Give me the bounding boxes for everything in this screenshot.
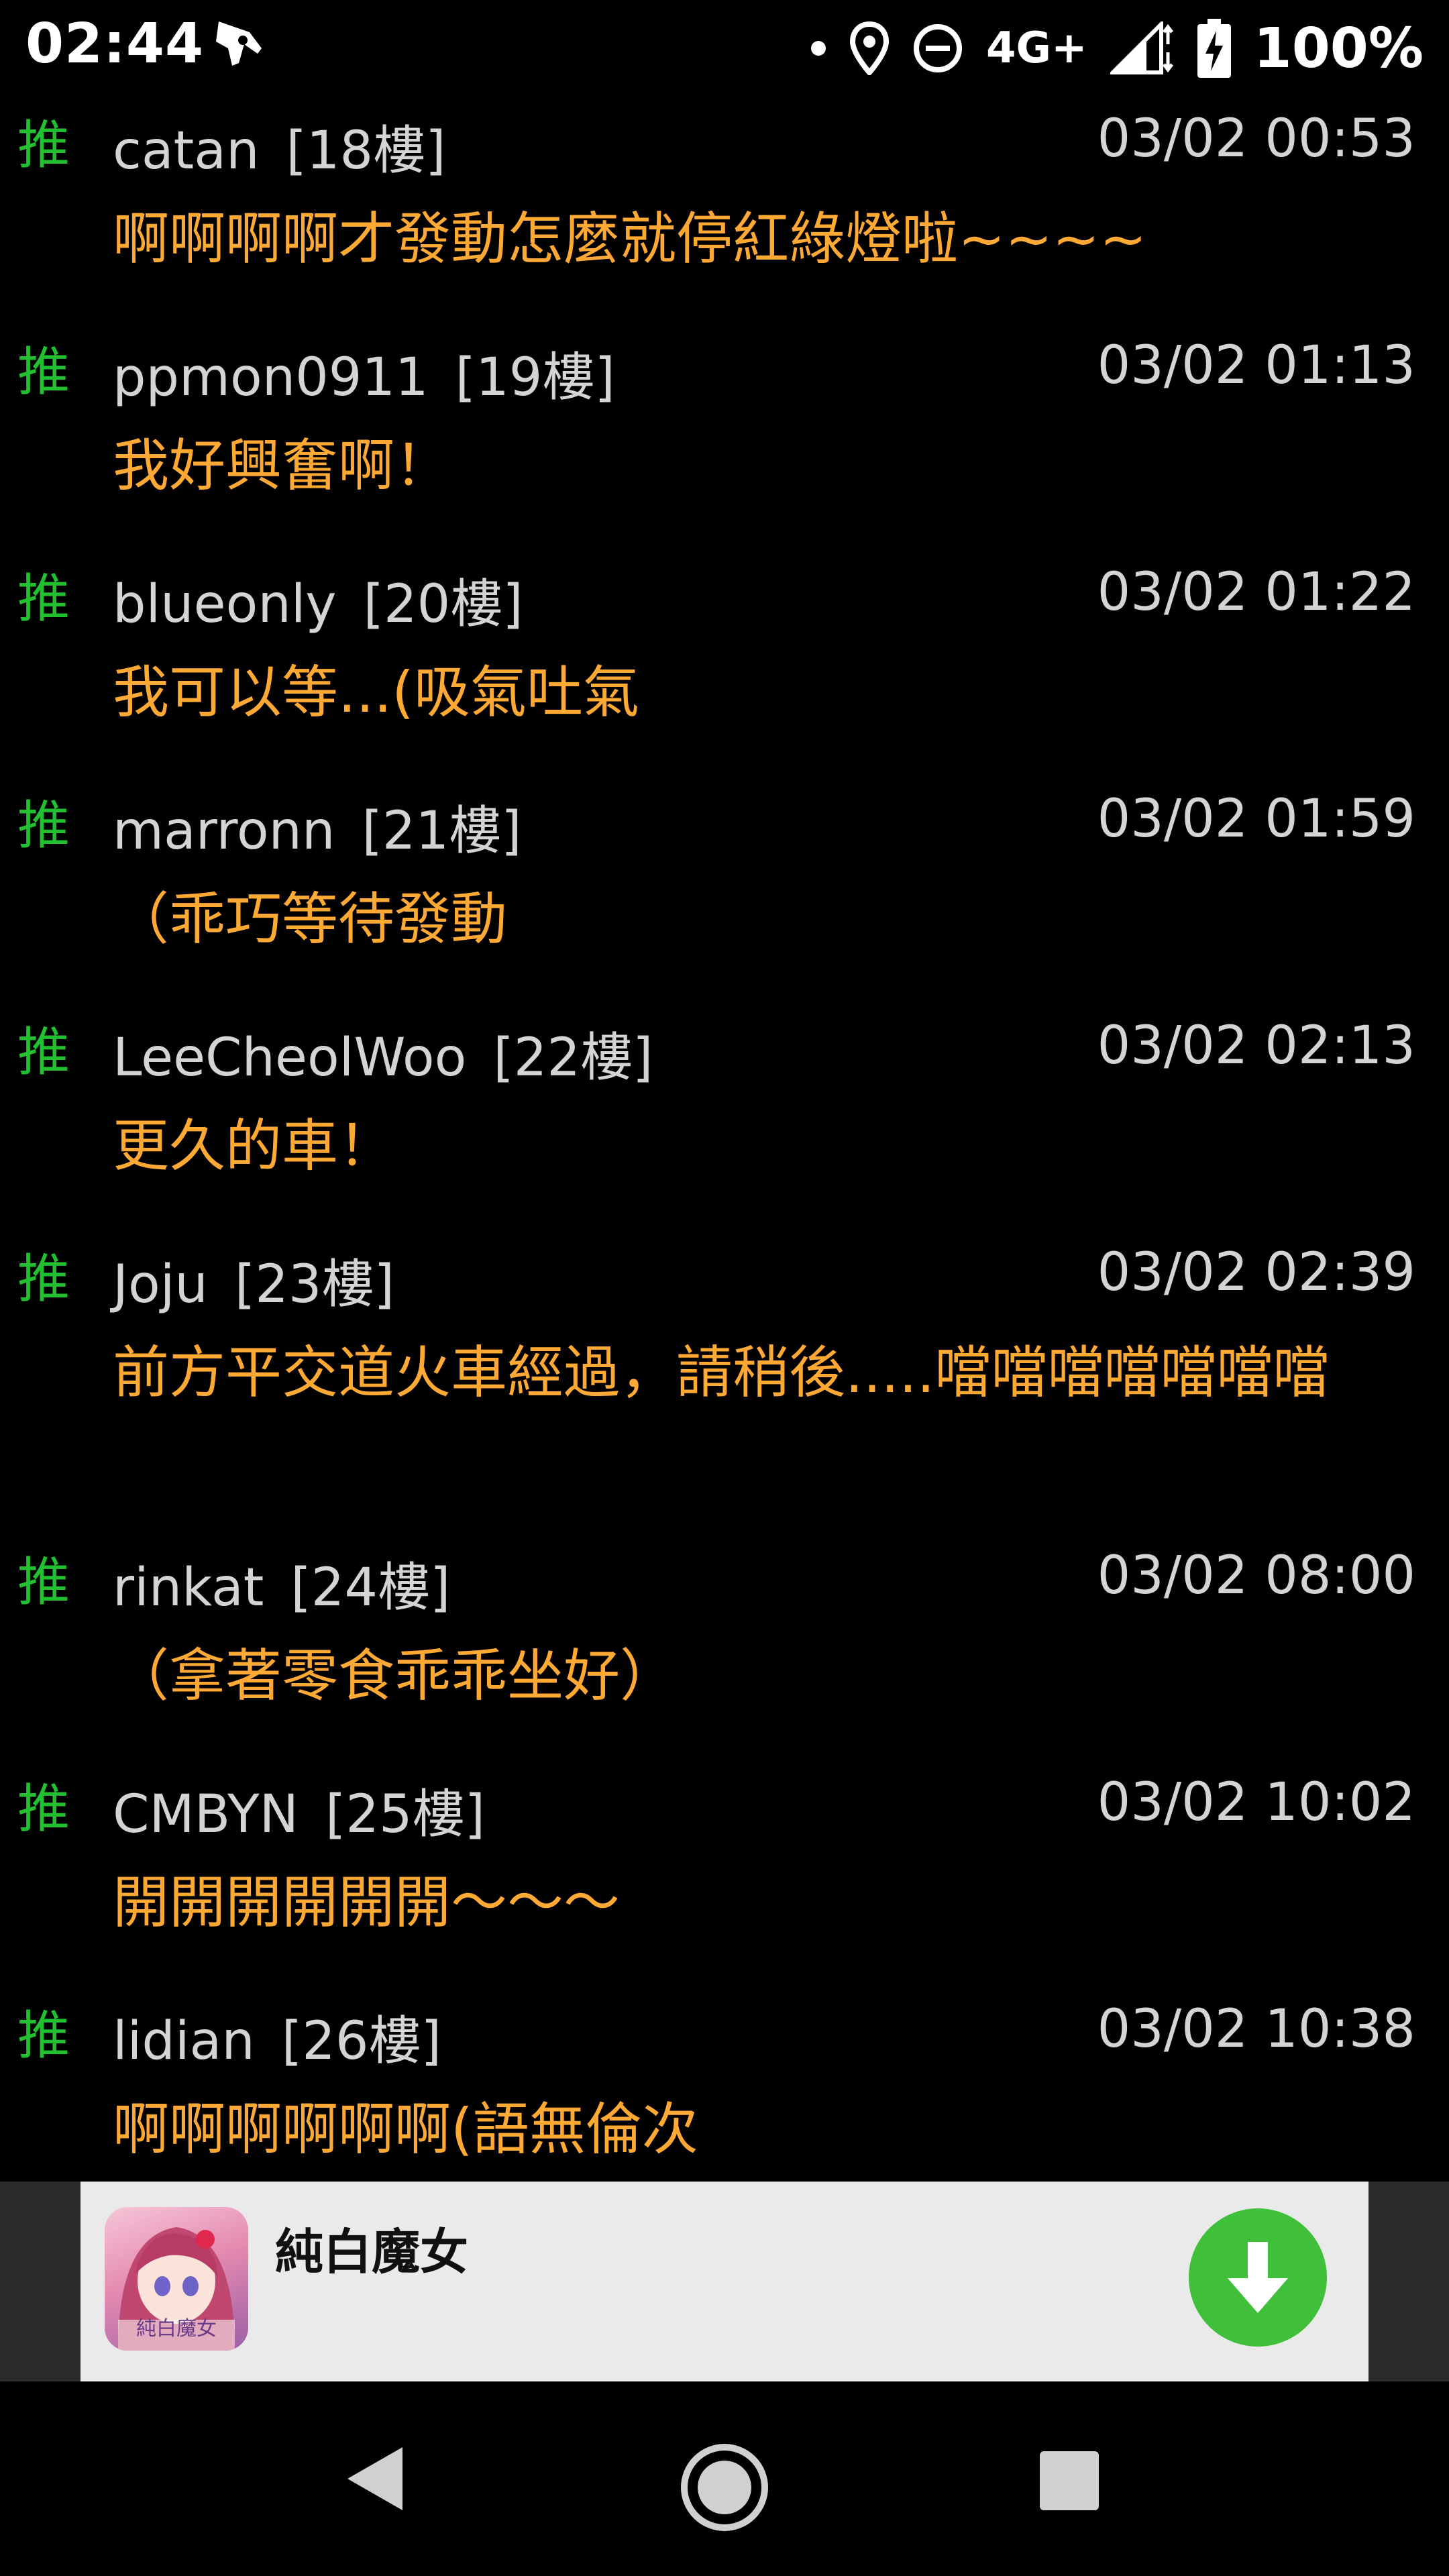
comment-time: 03/02 01:22	[1097, 562, 1415, 623]
network-type: 4G+	[985, 23, 1087, 73]
push-tag: 推	[17, 796, 70, 856]
push-tag: 推	[17, 2006, 70, 2066]
comment-item: 推 blueonly [20樓] 03/02 01:22 我可以等...(吸氣吐氣	[0, 554, 1449, 781]
comment-text: 前方平交道火車經過，請稍後.....噹噹噹噹噹噹噹	[113, 1340, 1330, 1405]
ad-banner-area: 純白魔女 純白魔女	[0, 2182, 1449, 2381]
comment-item: 推 Joju [23樓] 03/02 02:39 前方平交道火車經過，請稍後...…	[0, 1234, 1449, 1538]
push-tag: 推	[17, 1022, 70, 1083]
push-tag: 推	[17, 115, 70, 176]
download-arrow-icon	[1228, 2242, 1288, 2313]
comment-time: 03/02 01:59	[1097, 789, 1415, 849]
comment-time: 03/02 08:00	[1097, 1546, 1415, 1606]
floor-number: [25樓]	[325, 1784, 486, 1845]
comment-item: 推 marronn [21樓] 03/02 01:59 （乖巧等待發動	[0, 781, 1449, 1008]
comment-item: 推 rinkat [24樓] 03/02 08:00 （拿著零食乖乖坐好）	[0, 1538, 1449, 1764]
comment-author[interactable]: rinkat [24樓]	[113, 1546, 450, 1621]
comment-text: 啊啊啊啊才發動怎麼就停紅綠燈啦~~~~	[113, 206, 1147, 272]
floor-number: [20樓]	[363, 574, 523, 635]
do-not-disturb-icon	[913, 24, 962, 72]
push-tag: 推	[17, 1249, 70, 1309]
app-icon[interactable]: 純白魔女	[105, 2207, 248, 2351]
comment-author[interactable]: Joju [23樓]	[113, 1242, 394, 1318]
app-icon-label: 純白魔女	[136, 2317, 217, 2341]
push-tag: 推	[17, 1779, 70, 1839]
comment-item: 推 ppmon0911 [19樓] 03/02 01:13 我好興奮啊！	[0, 327, 1449, 554]
floor-number: [26樓]	[281, 2011, 441, 2072]
comment-time: 03/02 01:13	[1097, 335, 1415, 396]
status-bar: 02:44 4G+ 100%	[0, 0, 1449, 101]
push-tag: 推	[17, 342, 70, 402]
floor-number: [18樓]	[286, 121, 446, 181]
comment-author[interactable]: lidian [26樓]	[113, 1999, 441, 2074]
ad-banner[interactable]: 純白魔女 純白魔女	[80, 2182, 1368, 2381]
dot-icon	[810, 41, 826, 56]
status-time: 02:44	[25, 12, 205, 76]
comment-list[interactable]: 推 catan [18樓] 03/02 00:53 啊啊啊啊才發動怎麼就停紅綠燈啦…	[0, 101, 1449, 2182]
location-icon	[849, 21, 889, 75]
floor-number: [22樓]	[493, 1028, 653, 1088]
download-button[interactable]	[1189, 2208, 1327, 2347]
navigation-bar	[0, 2381, 1449, 2576]
comment-author[interactable]: LeeCheolWoo [22樓]	[113, 1016, 653, 1091]
floor-number: [21樓]	[362, 801, 522, 861]
battery-percent: 100%	[1253, 16, 1424, 80]
comment-item: 推 CMBYN [25樓] 03/02 10:02 開開開開開開〜〜〜	[0, 1764, 1449, 1991]
ad-title: 純白魔女	[275, 2224, 469, 2280]
comment-item: 推 LeeCheolWoo [22樓] 03/02 02:13 更久的車！	[0, 1008, 1449, 1234]
comment-text: 我可以等...(吸氣吐氣	[113, 659, 639, 725]
status-icons: 4G+ 100%	[810, 15, 1424, 82]
battery-charging-icon	[1197, 19, 1231, 78]
comment-time: 03/02 02:13	[1097, 1016, 1415, 1076]
comment-author[interactable]: catan [18樓]	[113, 109, 446, 184]
floor-number: [19樓]	[455, 347, 615, 408]
comment-text: （乖巧等待發動	[113, 886, 508, 952]
push-tag: 推	[17, 1552, 70, 1613]
rocket-icon	[216, 21, 262, 66]
comment-text: 我好興奮啊！	[113, 433, 451, 498]
comment-text: （拿著零食乖乖坐好）	[113, 1643, 677, 1709]
comment-author[interactable]: blueonly [20樓]	[113, 562, 523, 637]
comment-text: 啊啊啊啊啊啊(語無倫次	[113, 2096, 698, 2162]
comment-time: 03/02 10:38	[1097, 1999, 1415, 2059]
signal-icon	[1110, 21, 1173, 74]
comment-time: 03/02 02:39	[1097, 1242, 1415, 1303]
home-circle-icon[interactable]	[679, 2442, 770, 2533]
comment-item: 推 catan [18樓] 03/02 00:53 啊啊啊啊才發動怎麼就停紅綠燈啦…	[0, 101, 1449, 327]
floor-number: [23樓]	[234, 1254, 394, 1315]
comment-text: 更久的車！	[113, 1113, 395, 1179]
comment-author[interactable]: CMBYN [25樓]	[113, 1772, 485, 1847]
comment-author[interactable]: ppmon0911 [19樓]	[113, 335, 615, 411]
push-tag: 推	[17, 569, 70, 629]
comment-author[interactable]: marronn [21樓]	[113, 789, 522, 864]
comment-time: 03/02 10:02	[1097, 1772, 1415, 1833]
comment-time: 03/02 00:53	[1097, 109, 1415, 169]
comment-item: 推 lidian [26樓] 03/02 10:38 啊啊啊啊啊啊(語無倫次	[0, 1991, 1449, 2182]
floor-number: [24樓]	[290, 1558, 451, 1618]
back-triangle-icon[interactable]	[341, 2442, 408, 2516]
recents-square-icon[interactable]	[1038, 2450, 1100, 2512]
comment-text: 開開開開開開〜〜〜	[113, 1870, 621, 1935]
